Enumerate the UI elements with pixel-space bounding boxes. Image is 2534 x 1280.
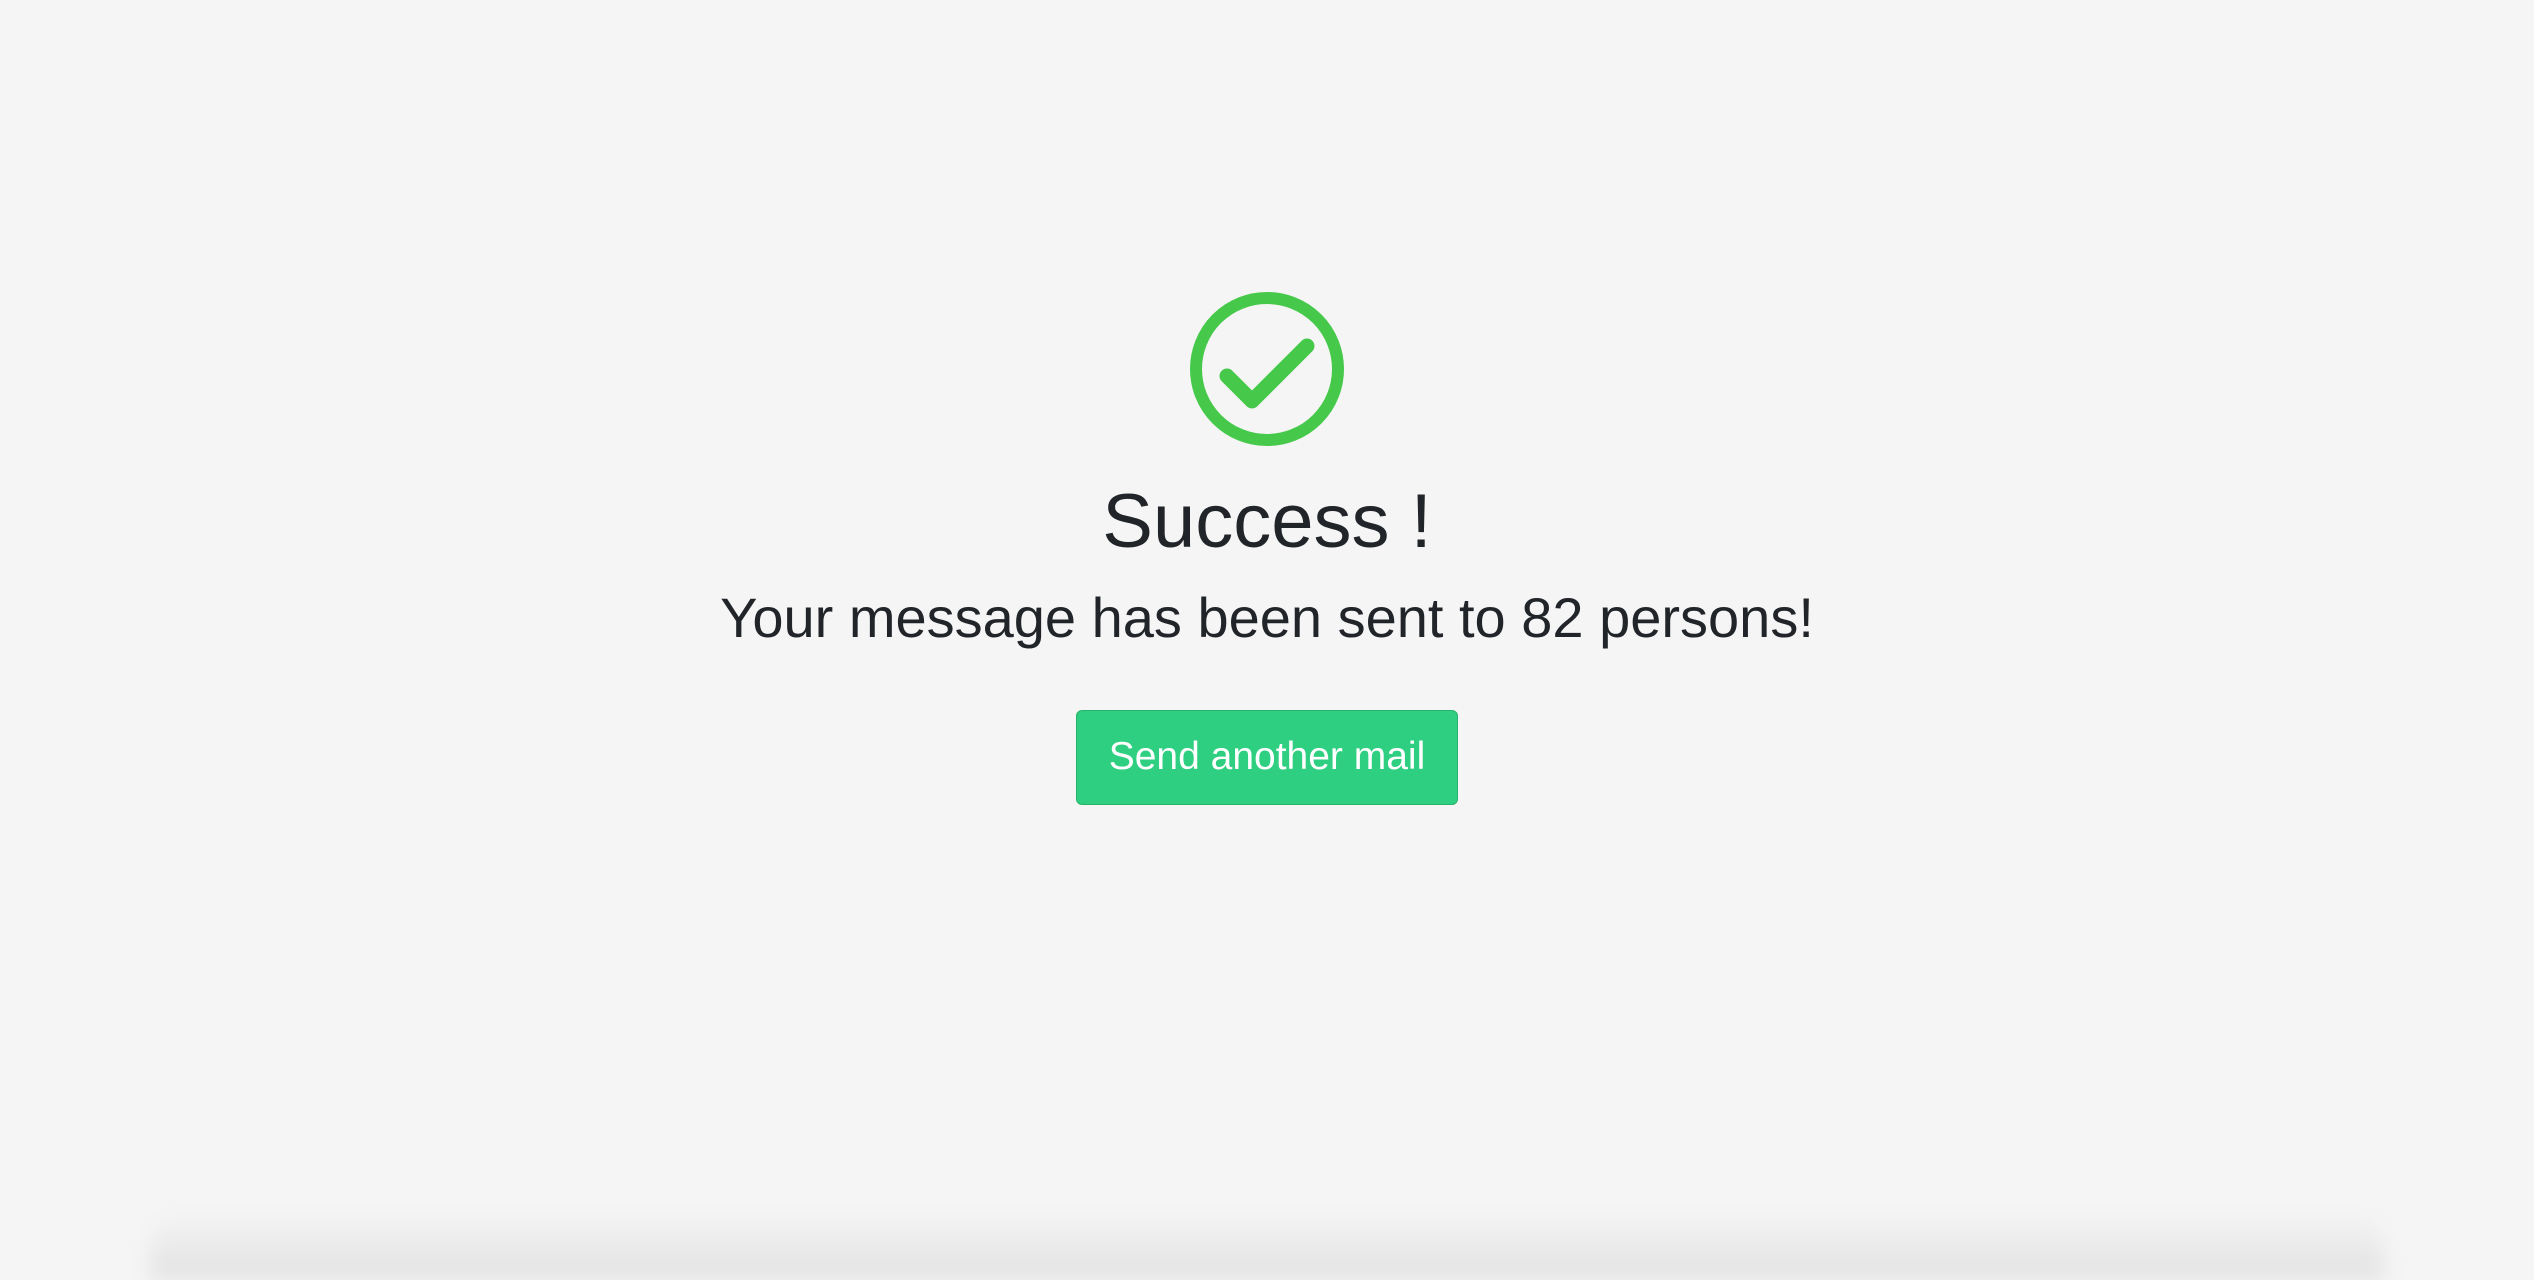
- success-title: Success !: [1102, 479, 1432, 564]
- success-page: Success ! Your message has been sent to …: [0, 0, 2534, 1280]
- success-message: Your message has been sent to 82 persons…: [720, 585, 1814, 649]
- success-panel: Success ! Your message has been sent to …: [0, 290, 2534, 805]
- check-circle-icon: [1188, 290, 1346, 448]
- send-another-mail-button[interactable]: Send another mail: [1076, 709, 1458, 805]
- bottom-shadow: [150, 1210, 2384, 1280]
